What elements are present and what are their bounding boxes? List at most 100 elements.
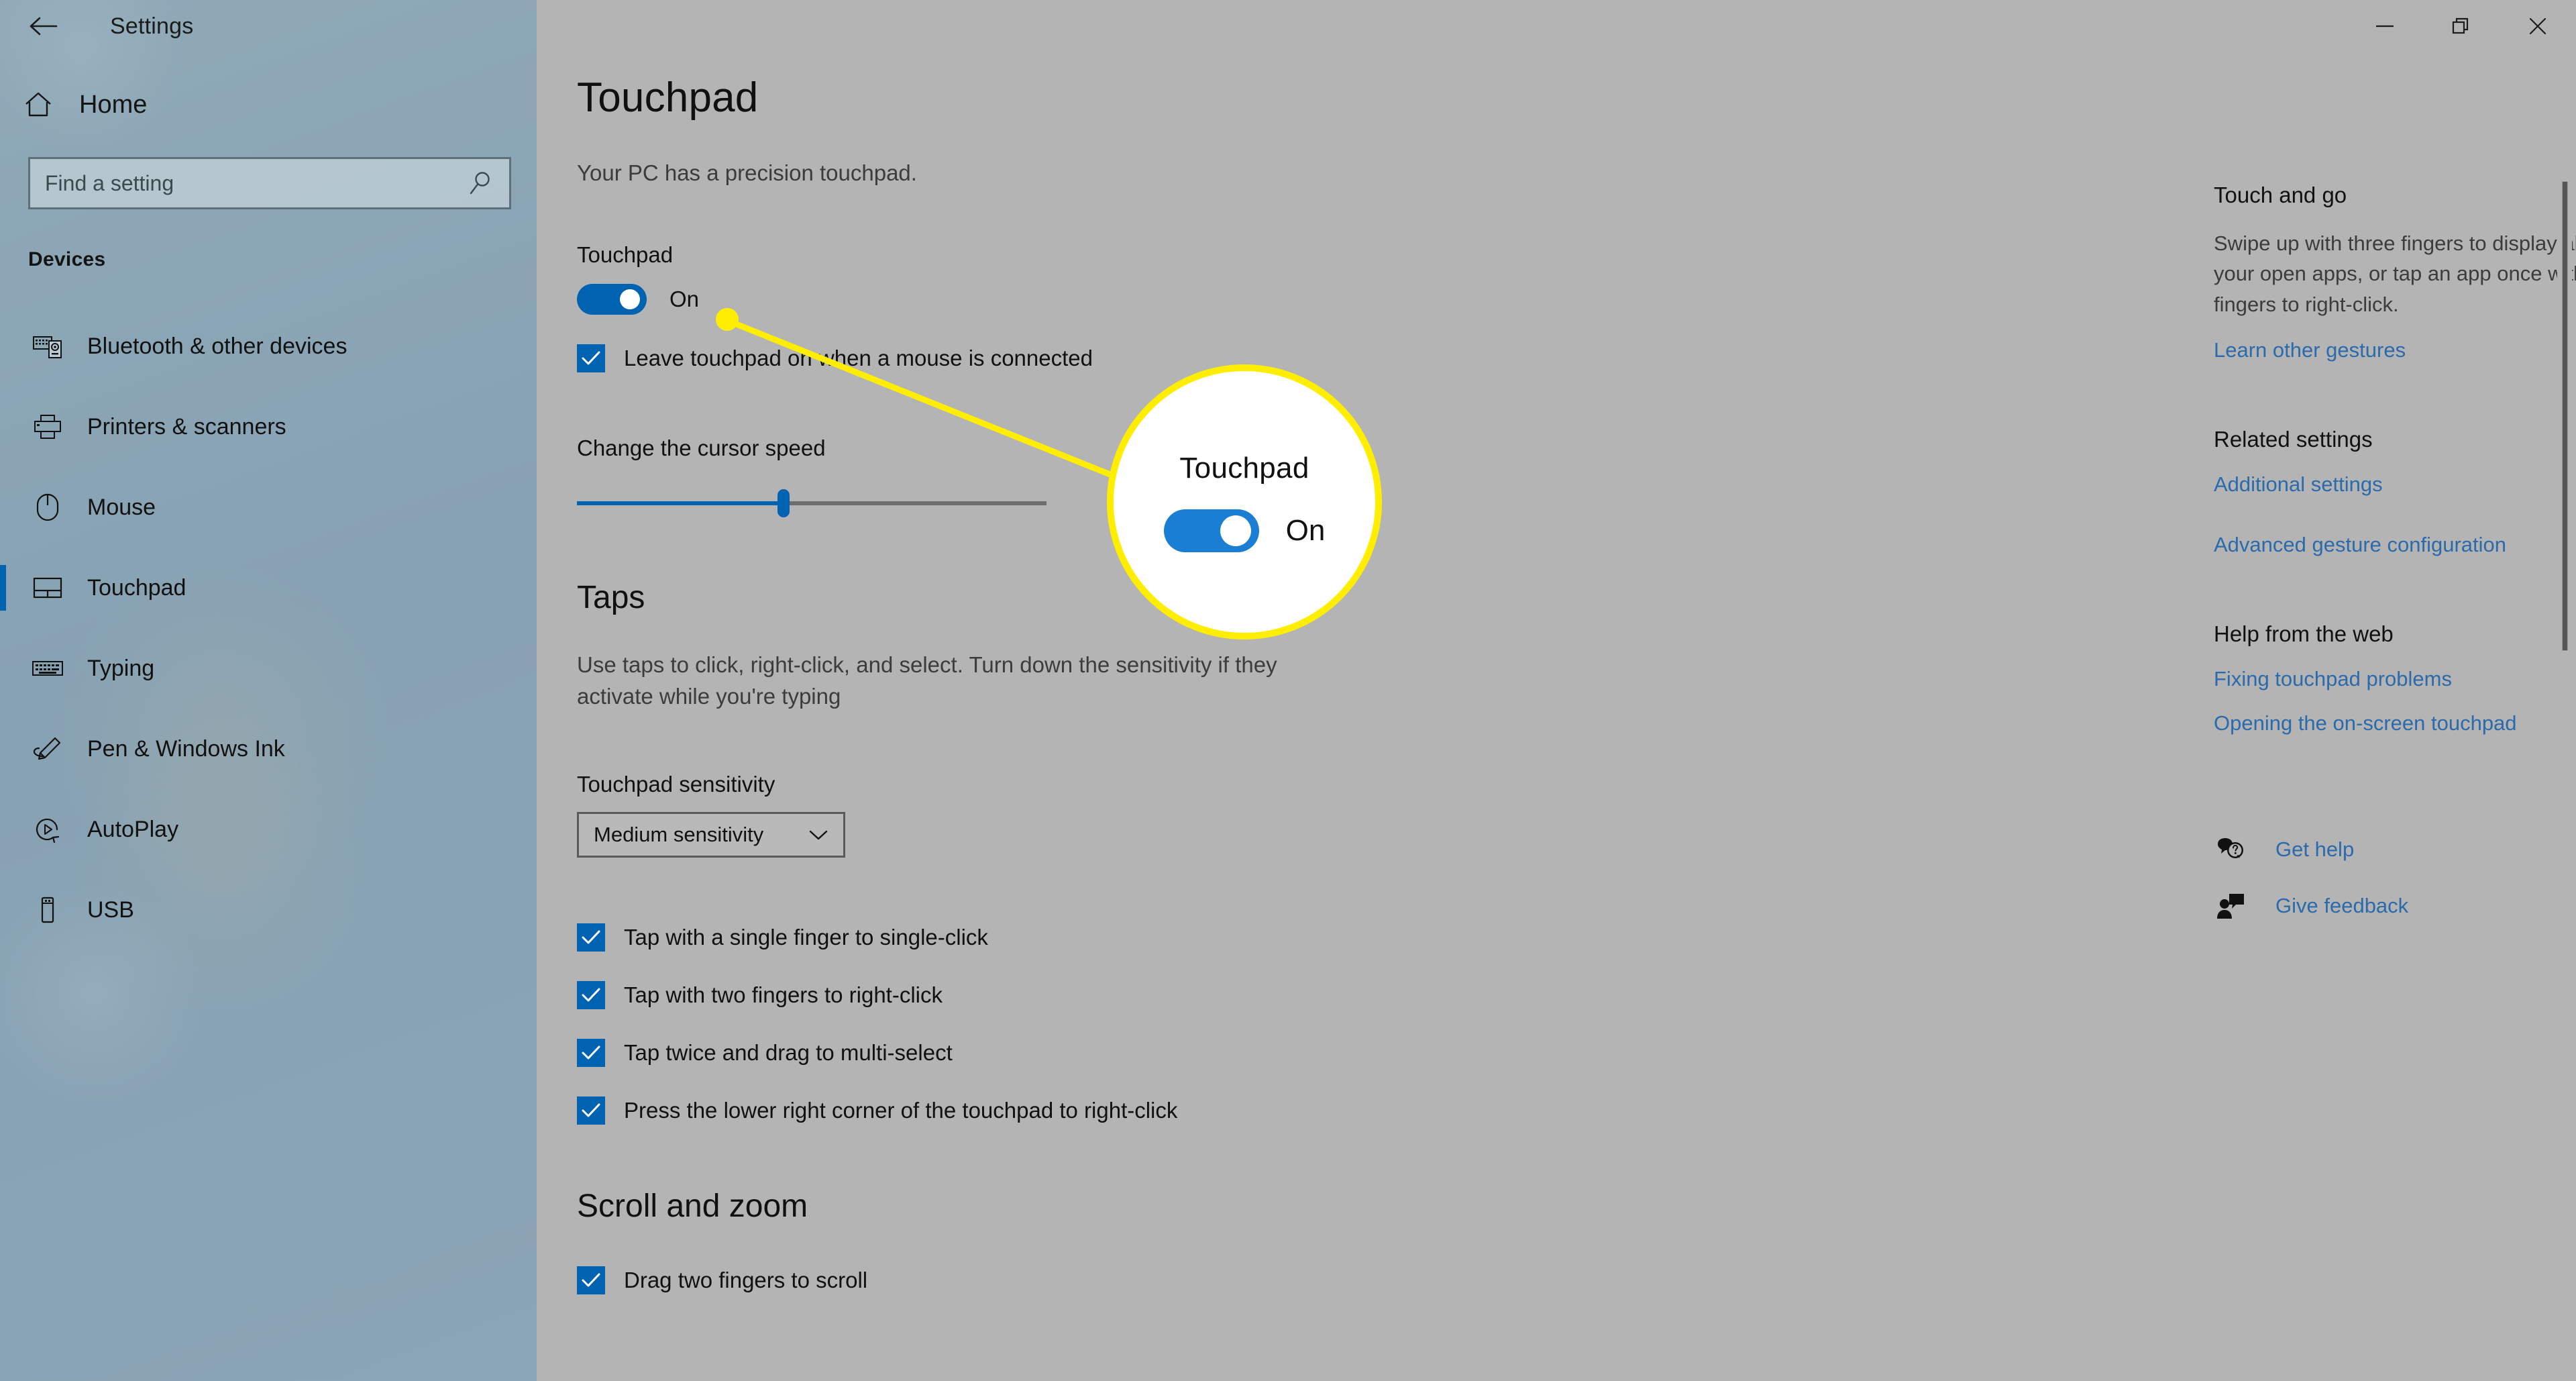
checkbox-label: Drag two fingers to scroll	[624, 1267, 868, 1292]
sidebar-item-pen-windows-ink[interactable]: Pen & Windows Ink	[0, 709, 537, 789]
magnifier-title: Touchpad	[1179, 452, 1309, 484]
content-area: Touchpad Your PC has a precision touchpa…	[537, 0, 2576, 1381]
scrollbar-thumb[interactable]	[2562, 181, 2568, 651]
sidebar-item-printers-scanners[interactable]: Printers & scanners	[0, 387, 537, 467]
checkbox[interactable]	[577, 923, 605, 952]
scroll-zoom-section-heading: Scroll and zoom	[577, 1188, 808, 1224]
keyboard-icon	[28, 658, 67, 678]
back-arrow-icon[interactable]	[20, 6, 68, 46]
touchpad-icon	[28, 576, 67, 599]
page-title: Touchpad	[577, 74, 759, 121]
checkbox-label: Tap with a single finger to single-click	[624, 924, 988, 950]
minimize-button[interactable]	[2347, 0, 2423, 52]
feedback-person-icon	[2214, 891, 2247, 921]
slider-thumb[interactable]	[777, 489, 790, 517]
sidebar-item-label: Mouse	[87, 494, 156, 520]
sidebar-item-label: AutoPlay	[87, 816, 179, 842]
drag-two-fingers-scroll-checkbox-row[interactable]: Drag two fingers to scroll	[577, 1266, 2133, 1294]
sidebar-item-autoplay[interactable]: AutoPlay	[0, 789, 537, 870]
sidebar-item-label: Pen & Windows Ink	[87, 735, 285, 762]
checkbox[interactable]	[577, 344, 605, 372]
learn-other-gestures-link[interactable]: Learn other gestures	[2214, 338, 2576, 362]
bluetooth-devices-icon	[28, 334, 67, 359]
checkbox[interactable]	[577, 1038, 605, 1067]
checkbox[interactable]	[577, 1266, 605, 1294]
advanced-gesture-configuration-link[interactable]: Advanced gesture configuration	[2214, 533, 2576, 557]
tap-two-fingers-checkbox-row[interactable]: Tap with two fingers to right-click	[577, 980, 2133, 1009]
give-feedback-link[interactable]: Give feedback	[2214, 891, 2576, 921]
checkbox-label: Tap with two fingers to right-click	[624, 982, 943, 1007]
mouse-icon	[28, 493, 67, 522]
touch-and-go-body: Swipe up with three fingers to display a…	[2214, 232, 2576, 316]
opening-on-screen-touchpad-link[interactable]: Opening the on-screen touchpad	[2214, 711, 2576, 735]
touchpad-toggle-state: On	[669, 287, 700, 311]
sidebar-nav-list: Bluetooth & other devices Printers & sca…	[0, 306, 537, 950]
help-from-web-heading: Help from the web	[2214, 621, 2394, 646]
close-button[interactable]	[2500, 0, 2576, 52]
touchpad-sensitivity-label: Touchpad sensitivity	[577, 771, 775, 797]
home-icon	[24, 91, 67, 118]
get-help-link[interactable]: Get help	[2214, 835, 2576, 864]
chevron-down-icon	[808, 829, 828, 841]
touchpad-toggle-label: Touchpad	[577, 242, 674, 267]
magnifier-toggle[interactable]	[1163, 509, 1259, 552]
autoplay-icon	[28, 815, 67, 843]
cursor-speed-slider[interactable]	[577, 489, 1046, 517]
link-label: Give feedback	[2275, 893, 2409, 917]
window-title: Settings	[110, 13, 194, 39]
leave-touchpad-on-checkbox-row[interactable]: Leave touchpad on when a mouse is connec…	[577, 344, 2133, 372]
magnifier-toggle-row: On	[1163, 509, 1326, 552]
link-label: Get help	[2275, 837, 2355, 861]
pen-icon	[28, 735, 67, 762]
touchpad-sensitivity-select[interactable]: Medium sensitivity	[577, 811, 845, 858]
select-value: Medium sensitivity	[594, 822, 764, 846]
sidebar-item-label: Home	[79, 90, 148, 119]
toggle-knob	[1220, 515, 1251, 546]
sidebar: Settings Home Find a setting Devices Blu…	[0, 0, 537, 1381]
sidebar-item-touchpad[interactable]: Touchpad	[0, 548, 537, 628]
main-column: Touchpad Your PC has a precision touchpa…	[577, 74, 2133, 1294]
additional-settings-link[interactable]: Additional settings	[2214, 472, 2576, 497]
settings-window: Settings Home Find a setting Devices Blu…	[0, 0, 2576, 1381]
slider-fill	[577, 501, 784, 505]
search-input[interactable]: Find a setting	[28, 157, 511, 209]
sidebar-item-usb[interactable]: USB	[0, 870, 537, 950]
minimize-icon	[2375, 22, 2395, 30]
magnifier-toggle-state: On	[1285, 514, 1326, 547]
tap-twice-drag-checkbox-row[interactable]: Tap twice and drag to multi-select	[577, 1038, 2133, 1067]
sidebar-item-label: Bluetooth & other devices	[87, 333, 347, 359]
sidebar-item-label: Typing	[87, 655, 155, 681]
taps-section-heading: Taps	[577, 580, 645, 615]
checkbox[interactable]	[577, 980, 605, 1009]
touchpad-toggle[interactable]	[577, 284, 647, 315]
tap-single-finger-checkbox-row[interactable]: Tap with a single finger to single-click	[577, 923, 2133, 952]
sidebar-item-typing[interactable]: Typing	[0, 628, 537, 709]
search-placeholder: Find a setting	[45, 170, 174, 195]
sidebar-item-bluetooth-other-devices[interactable]: Bluetooth & other devices	[0, 306, 537, 387]
close-icon	[2528, 17, 2547, 36]
page-subtitle: Your PC has a precision touchpad.	[577, 160, 917, 185]
usb-icon	[28, 895, 67, 925]
sidebar-item-mouse[interactable]: Mouse	[0, 467, 537, 548]
taps-section-description: Use taps to click, right-click, and sele…	[577, 652, 1277, 709]
press-lower-right-checkbox-row[interactable]: Press the lower right corner of the touc…	[577, 1096, 2133, 1125]
fixing-touchpad-problems-link[interactable]: Fixing touchpad problems	[2214, 667, 2576, 691]
sidebar-item-label: USB	[87, 897, 134, 923]
restore-icon	[2452, 17, 2471, 36]
right-panel: Touch and go Swipe up with three fingers…	[2214, 74, 2576, 1294]
touch-and-go-heading: Touch and go	[2214, 183, 2347, 207]
sidebar-item-home[interactable]: Home	[0, 70, 537, 140]
vertical-scrollbar[interactable]	[2557, 60, 2572, 1335]
checkbox-label: Leave touchpad on when a mouse is connec…	[624, 346, 1093, 370]
checkbox[interactable]	[577, 1096, 605, 1125]
printer-icon	[28, 413, 67, 440]
restore-button[interactable]	[2423, 0, 2500, 52]
magnifier-callout: Touchpad On	[1107, 364, 1382, 640]
checkbox-label: Press the lower right corner of the touc…	[624, 1097, 1178, 1123]
touchpad-toggle-row: On	[577, 284, 2133, 315]
help-bubble-icon	[2214, 835, 2247, 864]
sidebar-group-title: Devices	[28, 248, 106, 270]
window-controls	[2347, 0, 2576, 52]
related-settings-heading: Related settings	[2214, 426, 2373, 452]
sidebar-item-label: Printers & scanners	[87, 413, 286, 440]
